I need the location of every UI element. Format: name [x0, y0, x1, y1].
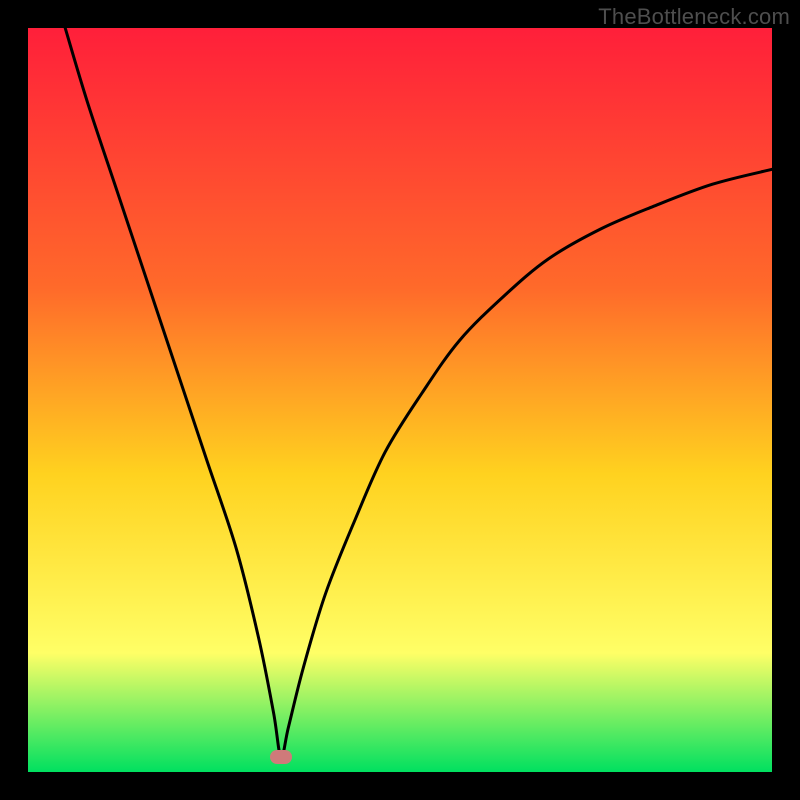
gradient-background: [28, 28, 772, 772]
chart-frame: [28, 28, 772, 772]
bottleneck-chart: [28, 28, 772, 772]
watermark-text: TheBottleneck.com: [598, 4, 790, 30]
optimal-point-marker: [270, 750, 292, 764]
